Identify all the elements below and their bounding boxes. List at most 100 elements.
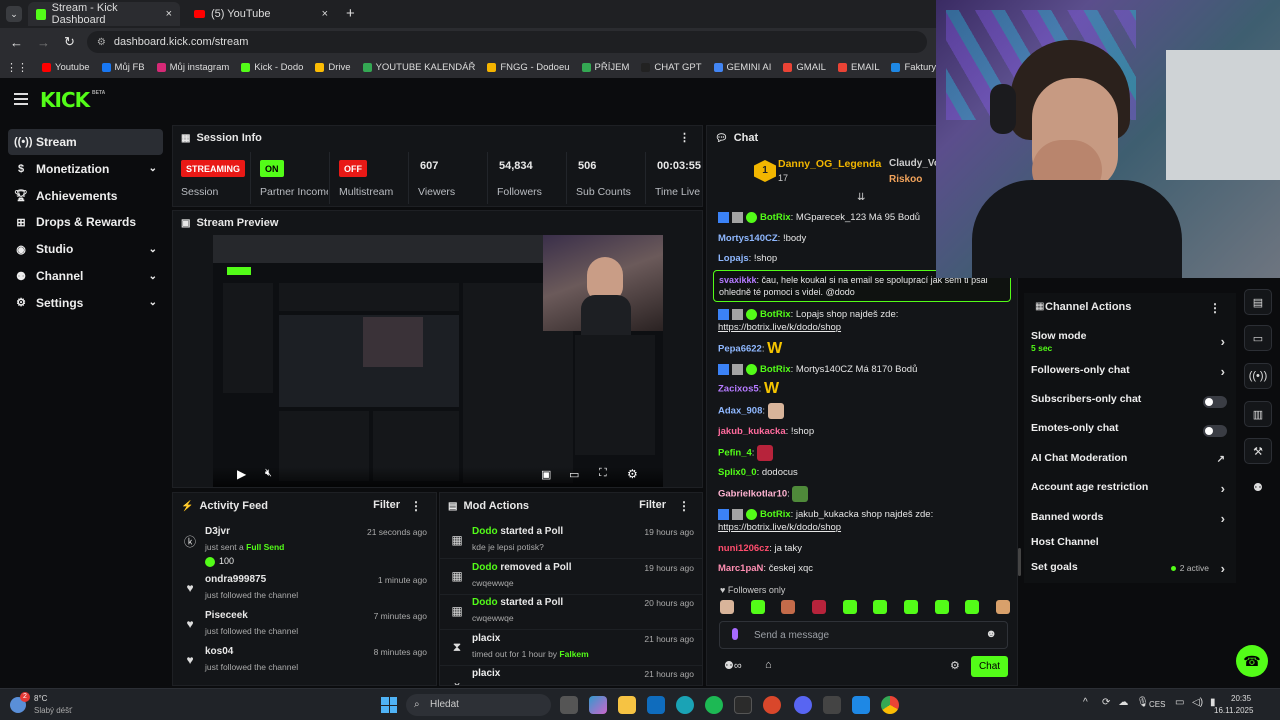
chat-username[interactable]: nuni1206cz [718, 543, 769, 554]
taskbar-search[interactable]: ⌕ Hledat [406, 694, 551, 716]
close-icon[interactable]: × [166, 8, 172, 20]
spotify-icon[interactable] [705, 696, 723, 714]
bookmark-item[interactable]: Můj FB [101, 62, 145, 73]
more-options-icon[interactable]: ⋮ [678, 499, 690, 513]
activity-row[interactable]: ♥ ondra999875 just followed the channel 1 m… [173, 571, 437, 607]
emote-icon[interactable] [720, 600, 734, 614]
channel-action-banned-words[interactable]: Banned words › [1031, 511, 1231, 535]
toggle-switch[interactable] [1203, 425, 1227, 437]
chat-username[interactable]: Zacixos5 [718, 384, 759, 395]
url-field[interactable]: ⚙ dashboard.kick.com/stream [86, 31, 927, 53]
bookmark-item[interactable]: YOUTUBE KALENDÁŘ [362, 62, 475, 73]
chat-username[interactable]: Pepa6622 [718, 344, 762, 355]
mod-action-row[interactable]: ▦ Dodo started a Poll cwqewwqe 20 hours ago [440, 594, 702, 630]
users-icon[interactable]: ⚉ [1253, 481, 1263, 494]
chat-username[interactable]: Adax_908 [718, 406, 762, 417]
emote-icon[interactable] [934, 600, 949, 614]
activity-filter-button[interactable]: Filter [373, 499, 400, 511]
emote-icon[interactable] [750, 600, 765, 614]
support-button[interactable]: ☎ [1236, 645, 1268, 677]
outlook-icon[interactable] [647, 696, 665, 714]
clock-date[interactable]: 16.11.2025 [1214, 706, 1253, 715]
tab-kick-dashboard[interactable]: Stream - Kick Dashboard × [28, 2, 180, 26]
chat-username[interactable]: Pefin_4 [718, 448, 752, 459]
bookmark-item[interactable]: CHAT GPT [641, 62, 702, 73]
mod-action-row[interactable]: ▦ Dodo removed a Poll cwqewwqe 19 hours ago [440, 559, 702, 595]
new-tab-button[interactable]: + [346, 5, 355, 22]
chat-link[interactable]: https://botrix.live/k/dodo/shop [718, 322, 841, 333]
bookmark-item[interactable]: FNGG - Dodoeu [487, 62, 570, 73]
explorer-icon[interactable] [618, 696, 636, 714]
mod-by[interactable]: Falkem [559, 649, 588, 659]
activity-row[interactable]: ♥ Piseceek just followed the channel 7 minu… [173, 607, 437, 643]
emote-icon[interactable] [781, 600, 796, 614]
chat-message[interactable]: BotRix: Mortys140CZ Má 8170 Bodů [718, 363, 1008, 376]
mic-icon[interactable] [732, 628, 738, 640]
channel-action-ai-chat-moderation[interactable]: AI Chat Moderation ↗ [1031, 452, 1231, 476]
reload-icon[interactable]: ↻ [64, 34, 75, 50]
broadcast-icon[interactable]: ((•)) [1244, 363, 1272, 389]
mod-actor[interactable]: Dodo [472, 526, 498, 537]
chat-input[interactable]: Send a message ☻ [719, 621, 1008, 649]
mod-actor[interactable]: placix [472, 668, 500, 679]
stream-video[interactable]: ▶ 🔇︎ ▣ ▭ ⛶ ⚙ [213, 235, 663, 487]
chat-username[interactable]: BotRix [760, 212, 791, 223]
fullscreen-icon[interactable]: ⛶ [599, 467, 607, 480]
users-icon[interactable]: ⚉∞ [724, 659, 742, 672]
channel-action-slow-mode[interactable]: Slow mode 5 sec › [1031, 330, 1231, 354]
chat-username[interactable]: Marc1paN [718, 563, 763, 574]
tools-icon[interactable]: ⚒ [1244, 438, 1272, 464]
chat-settings-icon[interactable]: ⚙ [950, 659, 960, 672]
close-icon[interactable]: × [322, 8, 328, 20]
chat-username[interactable]: Lopajs [718, 253, 749, 264]
network-icon[interactable]: ▭ [1175, 697, 1184, 708]
emote-icon[interactable] [965, 600, 980, 614]
chat-username[interactable]: BotRix [760, 309, 791, 320]
chat-username[interactable]: Splix0_0 [718, 467, 757, 478]
start-icon[interactable] [381, 697, 397, 713]
sidebar-item-drops[interactable]: ⊞ Drops & Rewards [8, 209, 163, 235]
language-indicator[interactable]: CES [1149, 700, 1165, 709]
mod-filter-button[interactable]: Filter [639, 499, 666, 511]
chat-message[interactable]: Gabrielkotlar10: [718, 486, 1008, 502]
bookmark-item[interactable]: Můj instagram [156, 62, 229, 73]
pip-icon[interactable]: ▣ [541, 468, 551, 481]
emote-icon[interactable] [842, 600, 857, 614]
layout-icon[interactable]: ▥ [1244, 401, 1272, 427]
calculator-icon[interactable] [823, 696, 841, 714]
activity-user[interactable]: kos04 [205, 646, 233, 657]
bookmark-item[interactable]: Youtube [42, 62, 90, 73]
chat-message[interactable]: jakub_kukacka: !shop [718, 425, 1008, 438]
chat-message[interactable]: Marc1paN: českej xqc [718, 562, 1008, 575]
collapse-icon[interactable]: ⇊ [857, 192, 865, 203]
chat-message[interactable]: Splix0_0: dodocus [718, 466, 1008, 479]
gifter-third[interactable]: Riskoo [889, 174, 922, 185]
mod-actor[interactable]: Dodo [472, 597, 498, 608]
mindmap-icon[interactable] [852, 696, 870, 714]
chat-message[interactable]: BotRix: Lopajs shop najdeš zde: https://b… [718, 308, 1008, 334]
clock-time[interactable]: 20:35 [1231, 694, 1251, 703]
emote-icon[interactable] [873, 600, 888, 614]
gifter-second[interactable]: Claudy_Vo [889, 158, 940, 169]
back-icon[interactable]: ← [10, 35, 23, 50]
more-options-icon[interactable]: ⋮ [1209, 301, 1221, 315]
bookmark-item[interactable]: GMAIL [783, 62, 826, 73]
copilot-icon[interactable] [589, 696, 607, 714]
sidebar-item-channel[interactable]: ⚉ Channel ⌄ [8, 263, 163, 289]
bookmark-item[interactable]: Kick - Dodo [241, 62, 303, 73]
activity-user[interactable]: D3jvr [205, 526, 230, 537]
sidebar-item-monetization[interactable]: $ Monetization ⌄ [8, 156, 163, 182]
chrome-icon[interactable] [881, 696, 899, 714]
channel-action-host-channel[interactable]: Host Channel [1031, 536, 1231, 560]
chat-message[interactable]: BotRix: jakub_kukacka shop najdeš zde: ht… [718, 508, 1008, 534]
bookmark-item[interactable]: Drive [315, 62, 351, 73]
sidebar-item-settings[interactable]: ⚙ Settings ⌄ [8, 290, 163, 316]
tray-expand-icon[interactable]: ^ [1083, 697, 1088, 708]
mute-icon[interactable]: 🔇︎ [265, 467, 272, 480]
mod-actor[interactable]: placix [472, 633, 500, 644]
mod-action-row[interactable]: ▦ Dodo started a Poll kde je lepsi potisk?… [440, 523, 702, 559]
gear-icon[interactable]: ⚙ [627, 467, 638, 481]
channel-action-set-goals[interactable]: Set goals › 2 active [1031, 561, 1231, 585]
discord-icon[interactable] [794, 696, 812, 714]
volume-icon[interactable]: ◁) [1192, 697, 1203, 708]
